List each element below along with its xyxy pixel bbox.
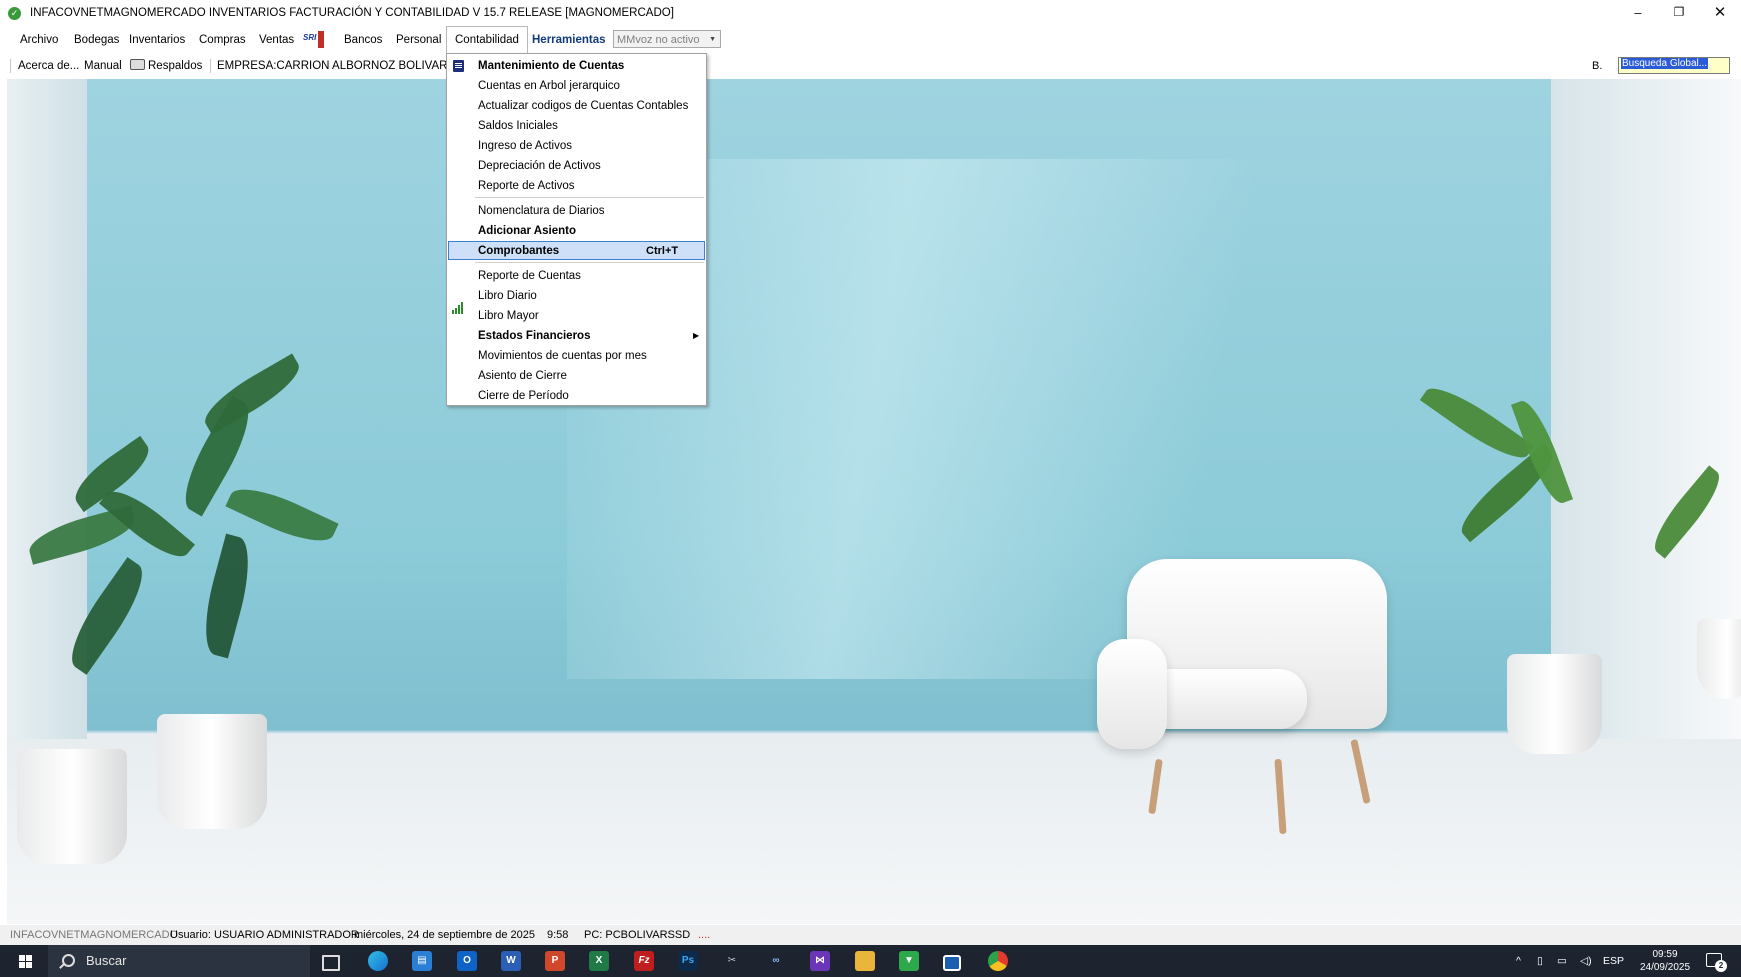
backup-icon	[130, 59, 145, 70]
status-app: INFACOVNETMAGNOMERCADO	[10, 929, 179, 941]
status-date: miércoles, 24 de septiembre de 2025	[354, 929, 535, 941]
app-logo-icon: ✓	[8, 7, 21, 20]
menu-item-libro-mayor[interactable]: Libro Mayor	[478, 306, 539, 326]
window-title: INFACOVNETMAGNOMERCADO INVENTARIOS FACTU…	[30, 7, 674, 19]
infinity-app-icon[interactable]: ∞	[766, 951, 786, 971]
menu-item-nomenclatura-diarios[interactable]: Nomenclatura de Diarios	[478, 201, 605, 221]
tray-overflow-icon[interactable]: ^	[1516, 945, 1521, 977]
submenu-arrow-icon: ▶	[693, 331, 700, 340]
taskbar-search[interactable]: Buscar	[48, 945, 310, 977]
menu-item-asiento-cierre[interactable]: Asiento de Cierre	[478, 366, 567, 386]
taskbar-search-placeholder: Buscar	[86, 953, 127, 968]
clock[interactable]: 09:59 24/09/2025	[1636, 948, 1694, 974]
network-icon[interactable]: ▭	[1557, 945, 1567, 977]
clock-time: 09:59	[1652, 949, 1678, 960]
menu-item-mantenimiento-cuentas[interactable]: Mantenimiento de Cuentas	[478, 56, 624, 76]
status-time: 9:58	[547, 929, 569, 941]
menu-item-ingreso-activos[interactable]: Ingreso de Activos	[478, 136, 572, 156]
menu-item-movimientos-mes[interactable]: Movimientos de cuentas por mes	[478, 346, 647, 366]
menu-herramientas[interactable]: Herramientas	[524, 27, 614, 53]
language-indicator[interactable]: ESP	[1603, 945, 1624, 977]
status-pc: PC: PCBOLIVARSSD	[584, 929, 691, 941]
background-wallpaper	[7, 79, 1741, 924]
photoshop-icon[interactable]: Ps	[678, 951, 698, 971]
powerpoint-icon[interactable]: P	[545, 951, 565, 971]
window-app-icon[interactable]	[943, 955, 961, 971]
task-view-icon[interactable]	[322, 955, 340, 971]
store-icon[interactable]: ▤	[412, 951, 432, 971]
windows-icon	[19, 955, 32, 968]
menu-personal[interactable]: Personal	[388, 27, 449, 53]
menu-item-estados-financieros[interactable]: Estados Financieros	[478, 326, 590, 346]
chrome-icon[interactable]	[988, 951, 1008, 971]
toolbar: Acerca de... Manual Respaldos EMPRESA:CA…	[0, 54, 1741, 78]
word-icon[interactable]: W	[501, 951, 521, 971]
contabilidad-dropdown: Mantenimiento de Cuentas Cuentas en Arbo…	[446, 53, 707, 406]
volume-icon[interactable]: ◁)	[1580, 945, 1592, 977]
menu-item-cierre-periodo[interactable]: Cierre de Período	[478, 386, 569, 406]
status-bar: INFACOVNETMAGNOMERCADO Usuario: USUARIO …	[0, 925, 1741, 945]
minimize-button[interactable]: –	[1617, 0, 1659, 25]
excel-icon[interactable]: X	[589, 951, 609, 971]
chevron-down-icon: ▼	[709, 36, 716, 43]
menu-item-adicionar-asiento[interactable]: Adicionar Asiento	[478, 221, 576, 241]
status-user: Usuario: USUARIO ADMINISTRADOR	[170, 929, 359, 941]
start-button[interactable]	[0, 945, 48, 977]
filezilla-icon[interactable]: Fz	[634, 951, 654, 971]
sri-icon[interactable]: SRI	[303, 31, 325, 48]
menu-item-comprobantes[interactable]: Comprobantes	[478, 241, 559, 261]
about-button[interactable]: Acerca de...	[18, 54, 79, 78]
backups-button[interactable]: Respaldos	[130, 54, 202, 78]
menu-bar: Archivo Bodegas Inventarios Compras Vent…	[0, 26, 1741, 54]
menu-item-actualizar-codigos[interactable]: Actualizar codigos de Cuentas Contables	[478, 96, 688, 116]
voice-combo-value: MMvoz no activo	[617, 34, 700, 46]
menu-inventarios[interactable]: Inventarios	[121, 27, 193, 53]
edge-icon[interactable]	[368, 951, 388, 971]
menu-bodegas[interactable]: Bodegas	[66, 27, 127, 53]
menu-item-saldos-iniciales[interactable]: Saldos Iniciales	[478, 116, 558, 136]
notification-icon[interactable]: 2	[1706, 953, 1727, 972]
sri-label: SRI	[303, 33, 317, 42]
menu-item-depreciacion-activos[interactable]: Depreciación de Activos	[478, 156, 601, 176]
global-search-input[interactable]: Busqueda Global...	[1618, 57, 1730, 74]
menu-bancos[interactable]: Bancos	[336, 27, 390, 53]
company-label: EMPRESA:CARRION ALBORNOZ BOLIVAR ALFR	[217, 60, 446, 72]
file-explorer-icon[interactable]	[855, 951, 875, 971]
restore-button[interactable]: ❐	[1658, 0, 1700, 25]
search-icon	[62, 954, 75, 967]
menu-ventas[interactable]: Ventas	[251, 27, 302, 53]
tools-icon[interactable]: ✂	[722, 951, 742, 971]
visual-studio-icon[interactable]: ⋈	[810, 951, 830, 971]
taskbar: Buscar ▤ O W P X Fz Ps ✂ ∞ ⋈ ▼ ^ ▯ ▭ ◁) …	[0, 945, 1741, 977]
menu-compras[interactable]: Compras	[191, 27, 254, 53]
comprobantes-shortcut: Ctrl+T	[646, 245, 679, 257]
outlook-icon[interactable]: O	[457, 951, 477, 971]
menu-item-libro-diario[interactable]: Libro Diario	[478, 286, 537, 306]
bar-chart-icon	[452, 302, 466, 314]
close-button[interactable]: ✕	[1699, 0, 1741, 25]
voice-combo[interactable]: MMvoz no activo ▼	[613, 30, 721, 48]
global-search-value: Busqueda Global...	[1621, 58, 1709, 69]
menu-item-reporte-cuentas[interactable]: Reporte de Cuentas	[478, 266, 581, 286]
search-label: B.	[1592, 60, 1603, 72]
battery-icon[interactable]: ▯	[1537, 945, 1543, 977]
notification-count: 2	[1715, 960, 1727, 972]
green-app-icon[interactable]: ▼	[899, 951, 919, 971]
status-dots: ....	[698, 929, 711, 941]
backups-label: Respaldos	[148, 60, 203, 72]
menu-item-cuentas-arbol[interactable]: Cuentas en Arbol jerarquico	[478, 76, 620, 96]
clock-date: 24/09/2025	[1639, 962, 1691, 973]
menu-item-reporte-activos[interactable]: Reporte de Activos	[478, 176, 575, 196]
title-bar: ✓ INFACOVNETMAGNOMERCADO INVENTARIOS FAC…	[0, 0, 1741, 25]
menu-archivo[interactable]: Archivo	[12, 27, 66, 53]
menu-contabilidad[interactable]: Contabilidad	[446, 26, 528, 54]
manual-button[interactable]: Manual	[84, 54, 122, 78]
document-icon	[453, 60, 464, 72]
